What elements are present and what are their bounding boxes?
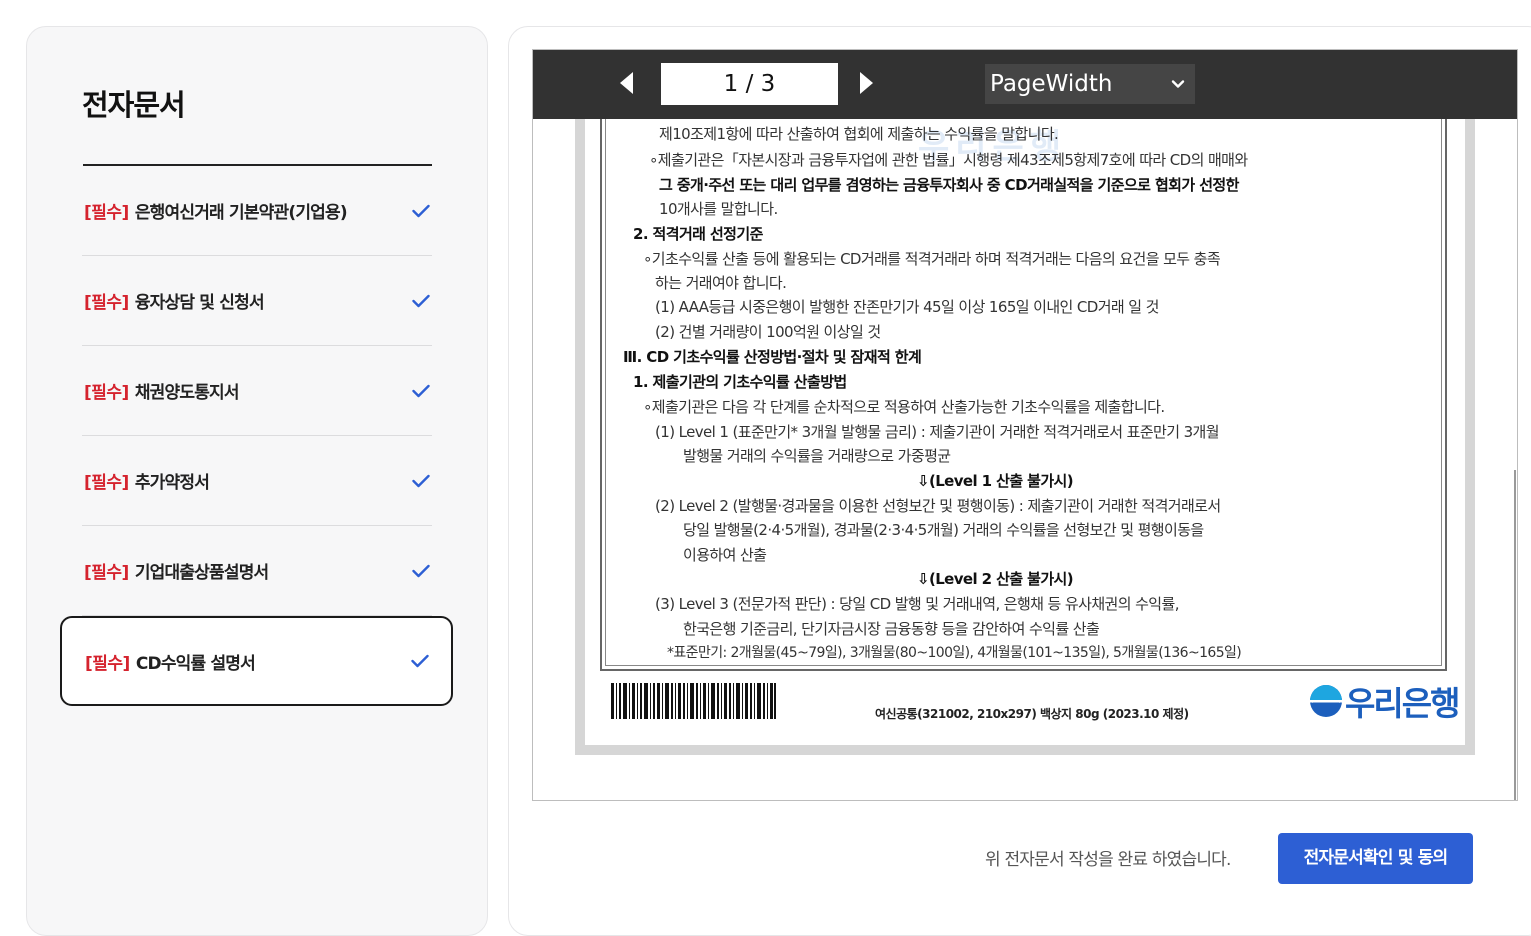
document-item-general-terms[interactable]: [필수] 은행여신거래 기본약관(기업용) bbox=[82, 166, 432, 256]
document-line: (1) AAA등급 시중은행이 발행한 잔존만기가 45일 이상 165일 이내… bbox=[655, 298, 1159, 316]
bank-logo-icon bbox=[1310, 685, 1342, 717]
document-line: 한국은행 기준금리, 단기자금시장 금융동향 등을 감안하여 수익률 산출 bbox=[683, 620, 1100, 638]
pdf-viewer[interactable]: 1 / 3 PageWidth 우리은행 제10조제1항에 따라 산출하여 협회… bbox=[532, 49, 1518, 801]
viewer-scrollbar[interactable] bbox=[1514, 470, 1516, 800]
completion-message: 위 전자문서 작성을 완료 하였습니다. bbox=[985, 850, 1231, 870]
required-tag: [필수] bbox=[84, 563, 129, 583]
document-item-label: 추가약정서 bbox=[134, 473, 210, 493]
document-line: 당일 발행물(2·4·5개월), 경과물(2·3·4·5개월) 거래의 수익률을… bbox=[683, 521, 1204, 539]
required-tag: [필수] bbox=[84, 203, 129, 223]
document-line: 제10조제1항에 따라 산출하여 협회에 제출하는 수익률을 말합니다. bbox=[659, 125, 1059, 143]
check-icon bbox=[412, 204, 430, 217]
document-line: ∘기초수익률 산출 등에 활용되는 CD거래를 적격거래라 하며 적격거래는 다… bbox=[643, 250, 1221, 268]
check-icon bbox=[412, 564, 430, 577]
document-item-assignment-notice[interactable]: [필수] 채권양도통지서 bbox=[82, 346, 432, 436]
document-list: [필수] 은행여신거래 기본약관(기업용) [필수] 융자상담 및 신청서 [필… bbox=[60, 166, 453, 706]
confirm-agree-button[interactable]: 전자문서확인 및 동의 bbox=[1278, 833, 1473, 884]
document-item-product-description[interactable]: [필수] 기업대출상품설명서 bbox=[82, 526, 432, 616]
document-line: 그 중개·주선 또는 대리 업무를 겸영하는 금융투자회사 중 CD거래실적을 … bbox=[659, 176, 1239, 194]
document-line: (2) Level 2 (발행물·경과물을 이용한 선형보간 및 평행이동) :… bbox=[655, 497, 1221, 515]
document-line: (2) 건별 거래량이 100억원 이상일 것 bbox=[655, 323, 881, 341]
zoom-select[interactable]: PageWidth bbox=[985, 64, 1195, 104]
barcode-image bbox=[611, 683, 776, 719]
document-item-cd-rate-description[interactable]: [필수] CD수익률 설명서 bbox=[60, 616, 453, 706]
page-shadow: 우리은행 제10조제1항에 따라 산출하여 협회에 제출하는 수익률을 말합니다… bbox=[575, 119, 1475, 755]
document-item-label: CD수익률 설명서 bbox=[135, 653, 256, 674]
document-item-label: 채권양도통지서 bbox=[134, 383, 240, 403]
document-item-additional-agreement[interactable]: [필수] 추가약정서 bbox=[82, 436, 432, 526]
check-icon bbox=[412, 474, 430, 487]
document-line: ⇩(Level 1 산출 불가시) bbox=[917, 472, 1074, 490]
zoom-select-value: PageWidth bbox=[990, 71, 1113, 97]
document-line: ∘제출기관은 다음 각 단계를 순차적으로 적용하여 산출가능한 기초수익률을 … bbox=[643, 398, 1165, 416]
document-list-panel: 전자문서 [필수] 은행여신거래 기본약관(기업용) [필수] 융자상담 및 신… bbox=[26, 26, 488, 936]
document-line: ∘제출기관은「자본시장과 금융투자업에 관한 법률」시행령 제43조제5항제7호… bbox=[649, 151, 1248, 169]
document-line: 발행물 거래의 수익률을 거래량으로 가중평균 bbox=[683, 447, 951, 465]
viewer-toolbar: 1 / 3 PageWidth bbox=[533, 50, 1517, 119]
required-tag: [필수] bbox=[85, 653, 130, 674]
document-page-area: 우리은행 제10조제1항에 따라 산출하여 협회에 제출하는 수익률을 말합니다… bbox=[533, 119, 1517, 800]
document-heading: 2. 적격거래 선정기준 bbox=[633, 225, 763, 243]
document-line: *표준만기: 2개월물(45~79일), 3개월물(80~100일), 4개월물… bbox=[667, 645, 1242, 661]
document-line: 10개사를 말합니다. bbox=[659, 200, 778, 218]
document-item-label: 은행여신거래 기본약관(기업용) bbox=[134, 203, 348, 223]
bank-logo-text: 우리은행 bbox=[1345, 684, 1460, 723]
document-line: (3) Level 3 (전문가적 판단) : 당일 CD 발행 및 거래내역,… bbox=[655, 595, 1179, 613]
document-heading: 1. 제출기관의 기초수익률 산출방법 bbox=[633, 373, 847, 391]
previous-page-button[interactable] bbox=[620, 72, 633, 94]
panel-title: 전자문서 bbox=[82, 88, 186, 122]
required-tag: [필수] bbox=[84, 473, 129, 493]
document-line: 이용하여 산출 bbox=[683, 546, 767, 564]
document-heading: Ⅲ. CD 기초수익률 산정방법·절차 및 잠재적 한계 bbox=[623, 348, 922, 366]
document-line: ⇩(Level 2 산출 불가시) bbox=[917, 570, 1074, 588]
chevron-down-icon bbox=[1171, 80, 1185, 88]
check-icon bbox=[411, 654, 429, 668]
document-footer-code: 여신공통(321002, 210x297) 백상지 80g (2023.10 제… bbox=[875, 707, 1189, 721]
bank-logo: 우리은행 bbox=[1309, 681, 1460, 723]
required-tag: [필수] bbox=[84, 293, 129, 313]
next-page-button[interactable] bbox=[860, 72, 873, 94]
required-tag: [필수] bbox=[84, 383, 129, 403]
document-item-label: 기업대출상품설명서 bbox=[134, 563, 269, 583]
document-line: 하는 거래여야 합니다. bbox=[655, 274, 787, 292]
document-line: (1) Level 1 (표준만기* 3개월 발행물 금리) : 제출기관이 거… bbox=[655, 423, 1220, 441]
check-icon bbox=[412, 294, 430, 307]
document-item-loan-application[interactable]: [필수] 융자상담 및 신청서 bbox=[82, 256, 432, 346]
check-icon bbox=[412, 384, 430, 397]
document-item-label: 융자상담 및 신청서 bbox=[134, 293, 265, 313]
document-page: 우리은행 제10조제1항에 따라 산출하여 협회에 제출하는 수익률을 말합니다… bbox=[585, 119, 1465, 745]
page-number-field[interactable]: 1 / 3 bbox=[661, 63, 838, 105]
